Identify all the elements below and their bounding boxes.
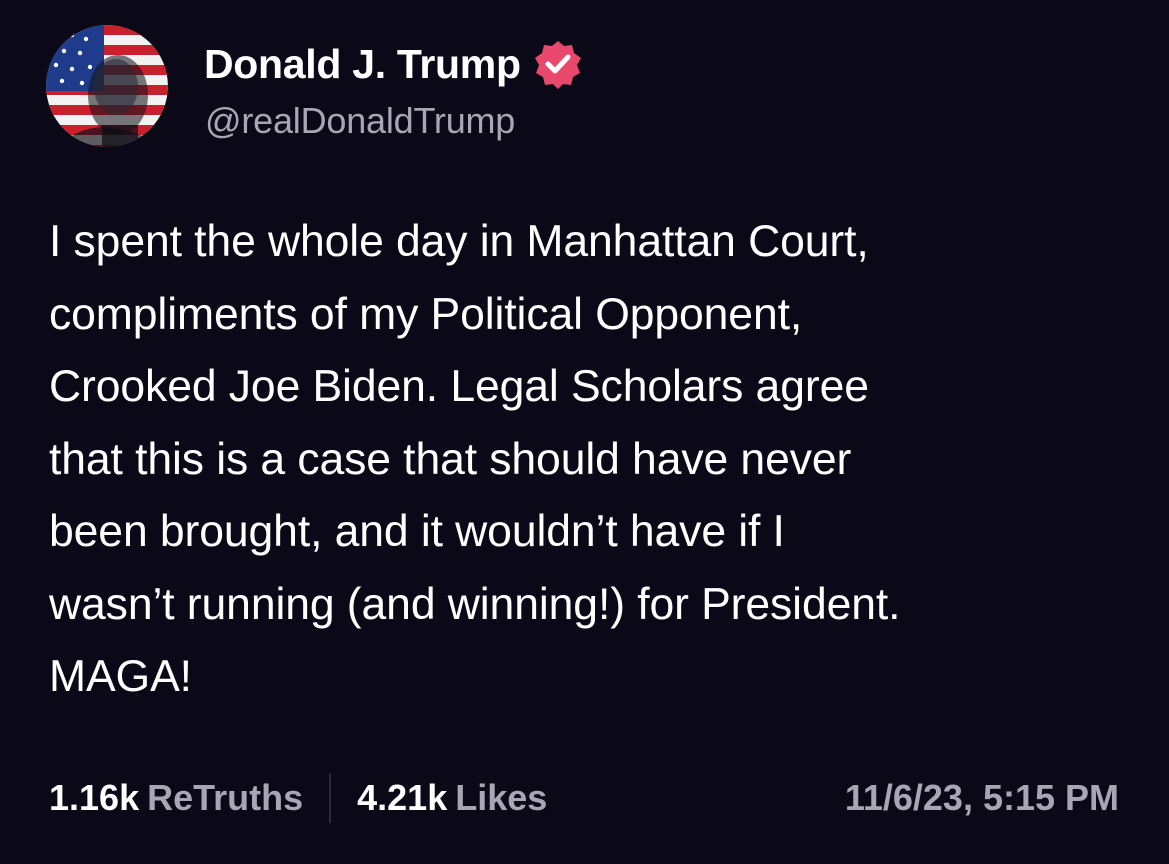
retruths-label: ReTruths xyxy=(147,777,304,818)
author-handle[interactable]: @realDonaldTrump xyxy=(205,97,515,145)
likes-count: 4.21k xyxy=(357,777,448,818)
avatar[interactable] xyxy=(46,25,168,147)
retruths-stat[interactable]: 1.16k ReTruths xyxy=(49,777,303,819)
author-name-row: Donald J. Trump xyxy=(204,38,583,90)
post-text: I spent the whole day in Manhattan Court… xyxy=(49,217,901,701)
post-stats: 1.16k ReTruths 4.21k Likes xyxy=(49,770,547,826)
likes-label: Likes xyxy=(455,777,548,818)
likes-stat[interactable]: 4.21k Likes xyxy=(357,777,547,819)
stats-divider xyxy=(329,773,332,823)
flag-portrait-avatar-icon xyxy=(46,25,168,147)
post-card: Donald J. Trump @realDonaldTrump I spent… xyxy=(0,0,1169,864)
author-display-name[interactable]: Donald J. Trump xyxy=(204,38,521,90)
post-timestamp[interactable]: 11/6/23, 5:15 PM xyxy=(845,770,1119,826)
verified-badge-icon xyxy=(533,39,583,89)
retruths-count: 1.16k xyxy=(49,777,140,818)
